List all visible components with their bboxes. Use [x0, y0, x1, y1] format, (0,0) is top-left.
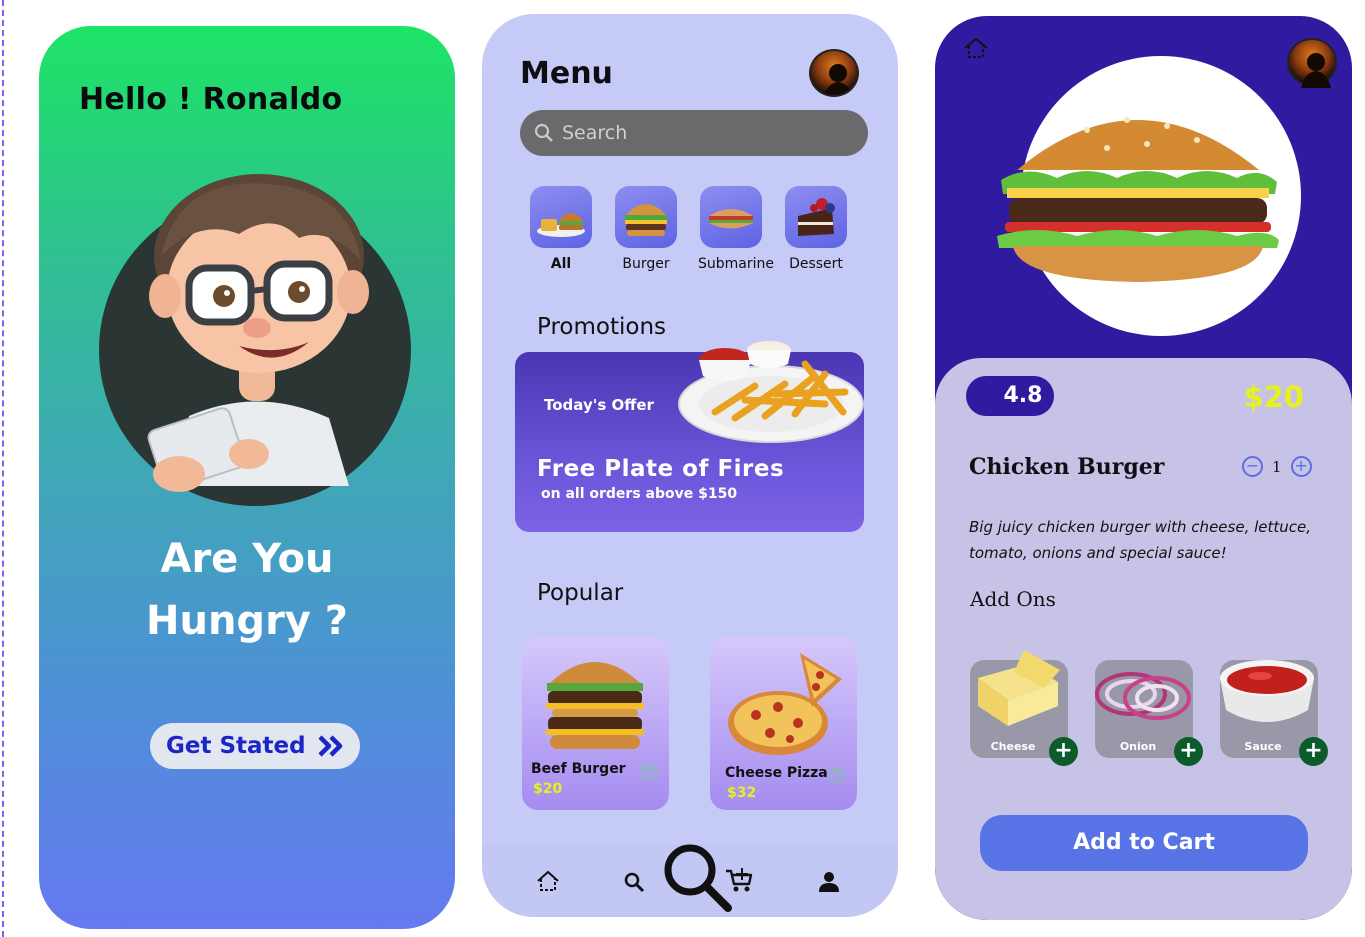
search-input[interactable]	[562, 122, 822, 144]
burger-icon	[615, 186, 677, 248]
promo-tag: Today's Offer	[544, 396, 654, 414]
price-label: $20	[1243, 380, 1304, 414]
submarine-icon	[700, 186, 762, 248]
addon-onion[interactable]: Onion +	[1095, 660, 1203, 766]
user-avatar[interactable]	[809, 49, 859, 97]
detail-screen: 4.8 $20 Chicken Burger − 1 + Big juicy c…	[935, 16, 1352, 920]
silhouette-icon	[824, 64, 852, 95]
beef-burger-image	[546, 662, 644, 749]
menu-screen: Menu All	[482, 14, 898, 917]
popular-item-cheese-pizza[interactable]: Cheese Pizza $32 +	[710, 637, 857, 810]
add-item-icon[interactable]: +	[641, 764, 657, 780]
home-icon[interactable]	[963, 36, 989, 60]
promo-headline: Free Plate of Fires	[537, 456, 785, 482]
cheese-pizza-image	[728, 653, 842, 755]
item-name: Cheese Pizza	[725, 765, 828, 781]
greeting: Hello ! Ronaldo	[79, 82, 343, 117]
addon-label: Onion	[1119, 740, 1157, 753]
sauce-bowl-image	[1220, 660, 1314, 722]
search-icon	[534, 123, 553, 142]
item-name: Beef Burger	[531, 761, 626, 777]
profile-icon[interactable]	[818, 871, 840, 893]
home-icon[interactable]	[536, 870, 560, 892]
chicken-burger-image	[997, 117, 1279, 282]
increment-button[interactable]: +	[1290, 456, 1312, 477]
product-description: Big juicy chicken burger with cheese, le…	[969, 518, 1312, 562]
add-item-icon[interactable]: +	[829, 768, 845, 784]
promotions-heading: Promotions	[537, 314, 667, 340]
addon-sauce[interactable]: Sauce +	[1220, 660, 1328, 766]
promo-card[interactable]: Today's Offer Free Plate of Fires on all…	[515, 341, 864, 532]
category-label: Dessert	[789, 256, 843, 272]
addons-heading: Add Ons	[970, 587, 1056, 611]
canvas-guide-line	[2, 0, 4, 937]
silhouette-icon	[1301, 53, 1331, 88]
category-submarine[interactable]: Submarine	[698, 186, 774, 272]
addon-label: Sauce	[1244, 740, 1282, 753]
search-icon[interactable]	[623, 871, 645, 893]
promo-subtext: on all orders above $150	[541, 486, 738, 502]
decrement-button[interactable]: −	[1242, 456, 1263, 477]
get-started-button[interactable]: Get Stated	[150, 723, 360, 769]
category-burger[interactable]: Burger	[613, 186, 679, 272]
onion-image	[1095, 672, 1191, 720]
rating-badge: 4.8	[966, 376, 1054, 416]
headline-line-1: Are You	[160, 536, 334, 582]
welcome-screen: Hello ! Ronaldo Are You Hungry ? Get Sta…	[39, 26, 455, 929]
cake-icon	[785, 186, 847, 248]
addon-label: Cheese	[990, 740, 1036, 753]
quantity-value: 1	[1272, 457, 1282, 476]
cart-icon[interactable]	[725, 866, 753, 894]
category-dessert[interactable]: Dessert	[783, 186, 849, 272]
item-price: $20	[533, 781, 563, 797]
category-label: Submarine	[698, 256, 774, 272]
add-addon-icon[interactable]: +	[1049, 737, 1078, 766]
get-started-label: Get Stated	[166, 733, 306, 759]
quantity-stepper: − 1 +	[1242, 456, 1312, 477]
cheese-image	[978, 650, 1060, 726]
mixed-food-icon	[530, 186, 592, 248]
add-addon-icon[interactable]: +	[1299, 737, 1328, 766]
user-avatar[interactable]	[1287, 38, 1337, 88]
bottom-nav	[482, 844, 898, 917]
add-addon-icon[interactable]: +	[1174, 737, 1203, 766]
item-price: $32	[727, 785, 757, 801]
popular-heading: Popular	[537, 580, 624, 606]
product-title: Chicken Burger	[969, 454, 1165, 480]
cartoon-boy-illustration	[147, 174, 369, 492]
double-chevron-right-icon	[318, 735, 342, 757]
popular-item-beef-burger[interactable]: Beef Burger $20 +	[522, 637, 669, 810]
category-label: Burger	[622, 256, 670, 272]
headline-line-2: Hungry ?	[146, 598, 348, 644]
addon-cheese[interactable]: Cheese +	[970, 650, 1078, 766]
category-label: All	[550, 256, 572, 272]
search-bar[interactable]	[520, 110, 868, 156]
fries-plate-illustration	[678, 341, 864, 443]
category-all[interactable]: All	[528, 186, 594, 272]
page-title: Menu	[520, 56, 613, 91]
add-to-cart-button[interactable]: Add to Cart	[980, 815, 1308, 871]
